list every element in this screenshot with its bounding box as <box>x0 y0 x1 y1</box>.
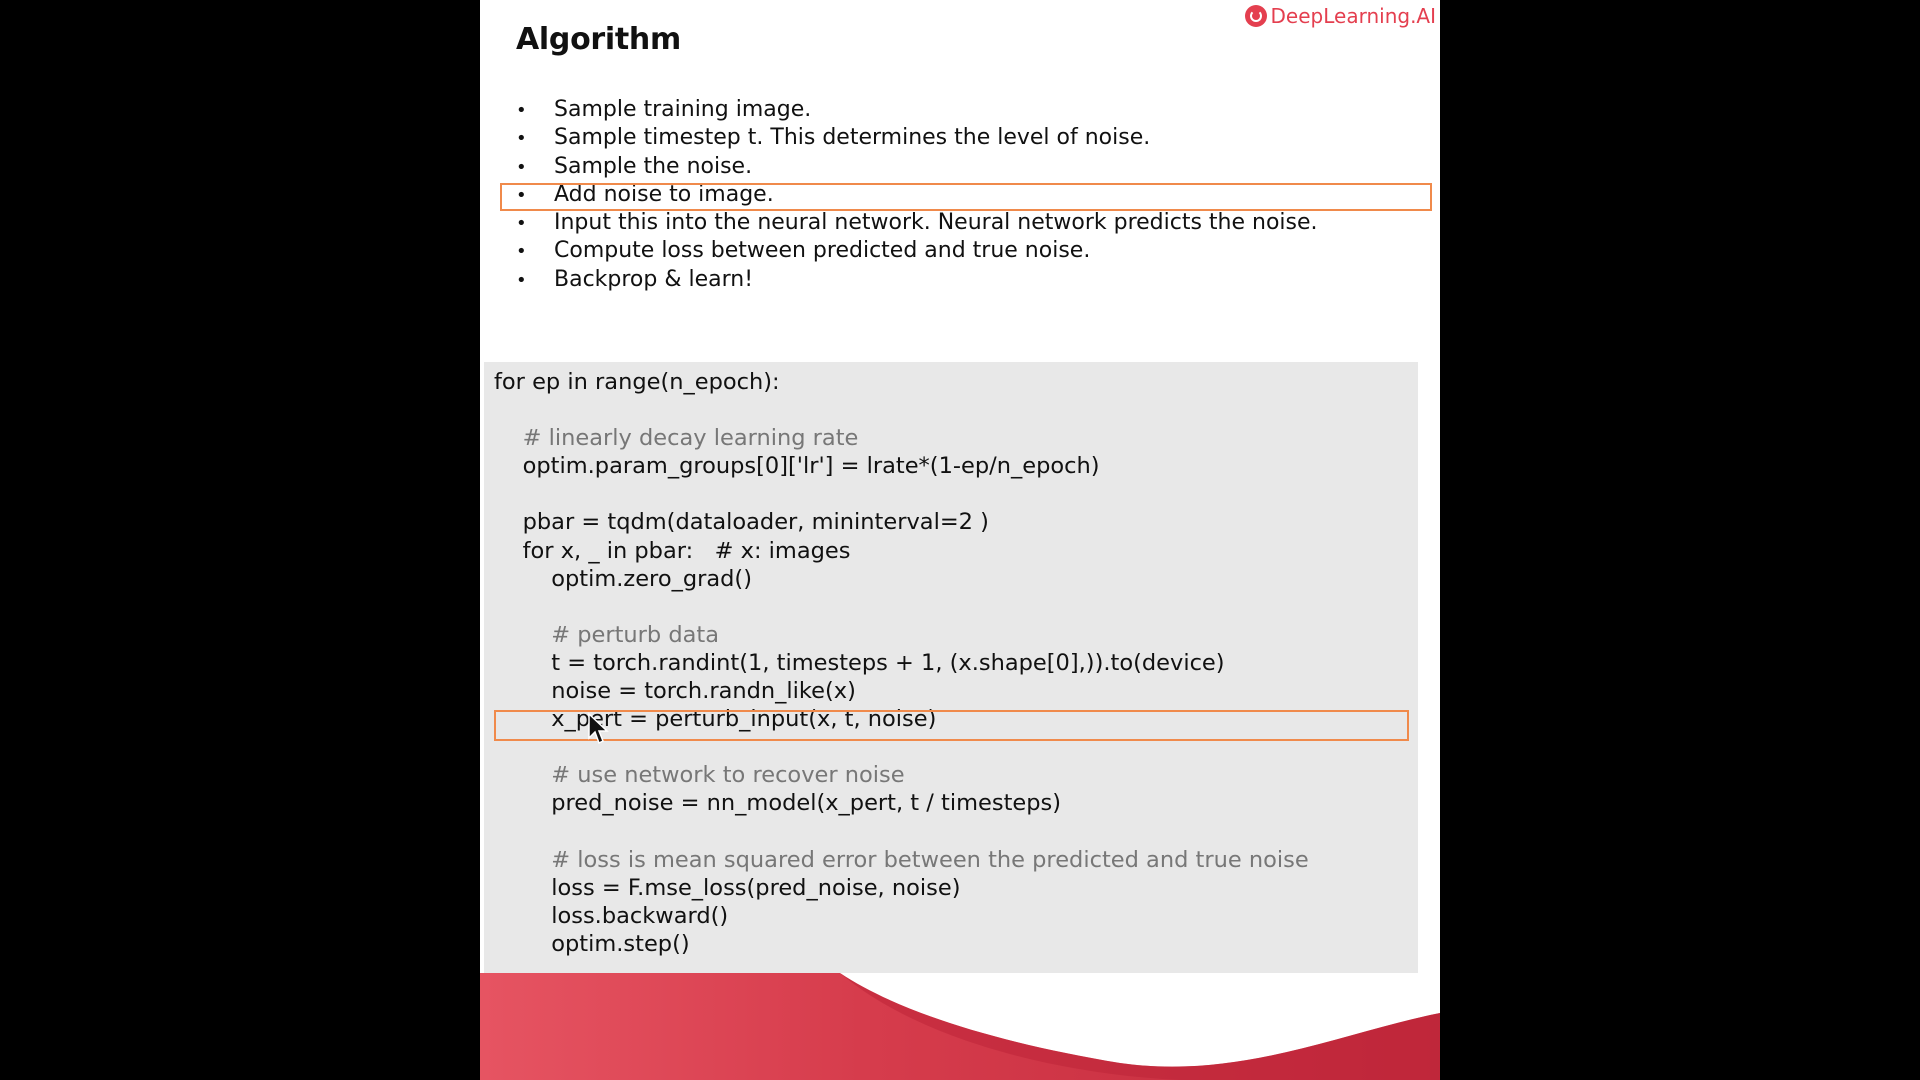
code-block: for ep in range(n_epoch): # linearly dec… <box>494 368 1309 958</box>
code-comment-line: # loss is mean squared error between the… <box>494 846 1309 873</box>
bullet-dot-icon <box>516 237 554 265</box>
code-line: pred_noise = nn_model(x_pert, t / timest… <box>494 790 1062 817</box>
bullet-dot-icon <box>516 209 554 237</box>
code-line: loss = F.mse_loss(pred_noise, noise) <box>494 874 961 901</box>
bullet-dot-icon <box>516 96 554 124</box>
bullet-item: Compute loss between predicted and true … <box>516 237 1318 265</box>
slide-title: Algorithm <box>516 22 681 57</box>
code-line: pbar = tqdm(dataloader, mininterval=2 ) <box>494 509 989 536</box>
bullet-dot-icon <box>516 124 554 152</box>
deeplearning-logo-icon <box>1244 5 1267 27</box>
code-highlight-box <box>494 710 1409 741</box>
slide: DeepLearning.AI Algorithm Sample trainin… <box>480 0 1440 1080</box>
code-line: optim.param_groups[0]['lr'] = lrate*(1-e… <box>494 453 1100 480</box>
bullet-item: Sample timestep t. This determines the l… <box>516 124 1318 152</box>
bullet-item: Input this into the neural network. Neur… <box>516 209 1318 237</box>
code-line: optim.step() <box>494 930 690 957</box>
code-panel: for ep in range(n_epoch): # linearly dec… <box>484 362 1418 973</box>
code-line: t = torch.randint(1, timesteps + 1, (x.s… <box>494 649 1225 676</box>
code-line: for x, _ in pbar: # x: images <box>494 537 851 564</box>
brand-logo: DeepLearning.AI <box>1244 4 1436 28</box>
code-line: optim.zero_grad() <box>494 565 752 592</box>
mouse-cursor-icon <box>588 712 609 745</box>
bullet-highlight-box <box>500 183 1432 211</box>
bullet-text: Sample the noise. <box>554 153 753 179</box>
code-comment-line: # use network to recover noise <box>494 762 905 789</box>
code-comment-line: # perturb data <box>494 621 720 648</box>
bullet-item: Backprop & learn! <box>516 266 1318 294</box>
brand-name: DeepLearning.AI <box>1270 4 1436 28</box>
code-line: loss.backward() <box>494 902 729 929</box>
footer-band <box>480 973 1440 1080</box>
footer-wave-shape <box>840 973 1440 1080</box>
bullet-text: Input this into the neural network. Neur… <box>554 210 1318 236</box>
bullet-text: Backprop & learn! <box>554 266 754 292</box>
bullet-text: Sample timestep t. This determines the l… <box>554 125 1151 151</box>
bullet-dot-icon <box>516 153 554 181</box>
bullet-item: Sample training image. <box>516 96 1318 124</box>
code-line: noise = torch.randn_like(x) <box>494 678 856 705</box>
code-comment-line: # linearly decay learning rate <box>494 425 859 452</box>
code-line: for ep in range(n_epoch): <box>494 369 780 395</box>
bullet-text: Compute loss between predicted and true … <box>554 238 1091 264</box>
bullet-text: Sample training image. <box>554 97 812 122</box>
bullet-dot-icon <box>516 266 554 294</box>
bullet-item: Sample the noise. <box>516 153 1318 181</box>
